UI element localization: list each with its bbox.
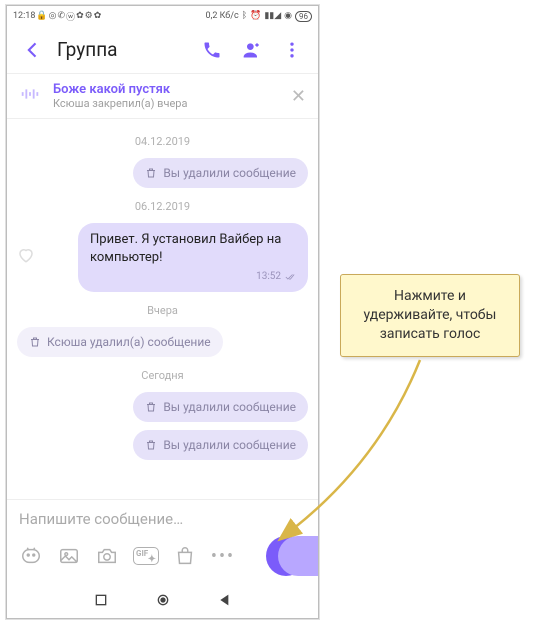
chat-header: Группа xyxy=(7,26,318,74)
date-separator: 06.12.2019 xyxy=(7,200,318,213)
deleted-message[interactable]: Вы удалили сообщение xyxy=(133,392,308,422)
message-row: Вы удалили сообщение xyxy=(7,428,318,462)
settings3-icon: ✿ xyxy=(94,11,102,21)
more-button[interactable] xyxy=(276,34,308,66)
messages-area[interactable]: 04.12.2019 Вы удалили сообщение 06.12.20… xyxy=(7,119,318,499)
nav-back-button[interactable] xyxy=(217,592,233,608)
status-bar: 12:18 🔒 ◎ ✆ ⓦ ✿ ⚙ ✿ 0,2 Кб/с ᛒ ⏰ ▮▮◢ ◉ 9… xyxy=(7,6,318,26)
date-separator: Вчера xyxy=(7,304,318,317)
signal-icon: ▮▮◢ xyxy=(264,11,281,21)
compose-toolbar: GIF ✦ ••• xyxy=(19,536,306,576)
compose-area: Напишите сообщение… GIF ✦ ••• xyxy=(7,499,318,582)
instagram-icon: ◎ xyxy=(49,11,57,21)
lock-icon: 🔒 xyxy=(36,11,47,21)
pinned-message[interactable]: Боже какой пустяк Ксюша закрепил(а) вчер… xyxy=(7,74,318,119)
alarm-icon: ⏰ xyxy=(250,11,261,21)
tooltip-callout: Нажмите и удерживайте, чтобы записать го… xyxy=(340,274,520,357)
date-separator: 04.12.2019 xyxy=(7,135,318,148)
like-icon[interactable] xyxy=(17,246,35,268)
wifi-icon: ◉ xyxy=(284,11,292,21)
pinned-subtitle: Ксюша закрепил(а) вчера xyxy=(53,97,281,110)
nav-recent-button[interactable] xyxy=(93,592,109,608)
close-pinned-button[interactable]: ✕ xyxy=(291,86,306,107)
gallery-icon[interactable] xyxy=(57,544,81,568)
nav-home-button[interactable] xyxy=(155,592,171,608)
status-icons-right: 0,2 Кб/с ᛒ ⏰ ▮▮◢ ◉ 96 xyxy=(206,11,312,22)
bluetooth-icon: ᛒ xyxy=(242,11,247,21)
send-button-edge[interactable] xyxy=(278,536,318,576)
back-button[interactable] xyxy=(17,34,49,66)
message-row: Вы удалили сообщение xyxy=(7,156,318,190)
status-speed: 0,2 Кб/с xyxy=(206,11,239,21)
vk-icon: ⓦ xyxy=(66,10,75,23)
deleted-text: Вы удалили сообщение xyxy=(163,166,296,180)
system-navbar xyxy=(7,582,318,618)
sent-message[interactable]: Привет. Я установил Вайбер на компьютер!… xyxy=(78,223,308,292)
shop-icon[interactable] xyxy=(173,544,197,568)
sticker-icon[interactable] xyxy=(19,544,43,568)
deleted-text: Вы удалили сообщение xyxy=(163,400,296,414)
message-row: Ксюша удалил(а) сообщение xyxy=(7,325,318,359)
settings1-icon: ✿ xyxy=(76,11,84,21)
whatsapp-icon: ✆ xyxy=(58,11,66,21)
sound-wave-icon xyxy=(19,83,43,109)
chat-title[interactable]: Группа xyxy=(57,38,188,61)
message-input[interactable]: Напишите сообщение… xyxy=(19,510,306,536)
message-text: Привет. Я установил Вайбер на компьютер! xyxy=(90,232,281,265)
camera-icon[interactable] xyxy=(95,544,119,568)
status-time: 12:18 xyxy=(13,11,35,21)
pinned-title: Боже какой пустяк xyxy=(53,82,281,97)
message-row: Вы удалили сообщение xyxy=(7,390,318,424)
deleted-message[interactable]: Ксюша удалил(а) сообщение xyxy=(17,327,223,357)
message-row: Привет. Я установил Вайбер на компьютер!… xyxy=(7,221,318,294)
settings2-icon: ⚙ xyxy=(85,11,93,21)
deleted-message[interactable]: Вы удалили сообщение xyxy=(133,158,308,188)
message-time: 13:52 xyxy=(90,270,296,284)
deleted-text: Ксюша удалил(а) сообщение xyxy=(47,335,211,349)
gif-button[interactable]: GIF ✦ xyxy=(133,547,159,565)
callout-text: Нажмите и удерживайте, чтобы записать го… xyxy=(364,288,497,342)
date-separator: Сегодня xyxy=(7,369,318,382)
phone-frame: 12:18 🔒 ◎ ✆ ⓦ ✿ ⚙ ✿ 0,2 Кб/с ᛒ ⏰ ▮▮◢ ◉ 9… xyxy=(6,5,319,619)
more-icon[interactable]: ••• xyxy=(211,544,235,568)
call-button[interactable] xyxy=(196,34,228,66)
battery-icon: 96 xyxy=(295,11,312,22)
deleted-text: Вы удалили сообщение xyxy=(163,438,296,452)
add-user-button[interactable] xyxy=(236,34,268,66)
status-icons-left: 12:18 🔒 ◎ ✆ ⓦ ✿ ⚙ ✿ xyxy=(13,10,101,23)
deleted-message[interactable]: Вы удалили сообщение xyxy=(133,430,308,460)
